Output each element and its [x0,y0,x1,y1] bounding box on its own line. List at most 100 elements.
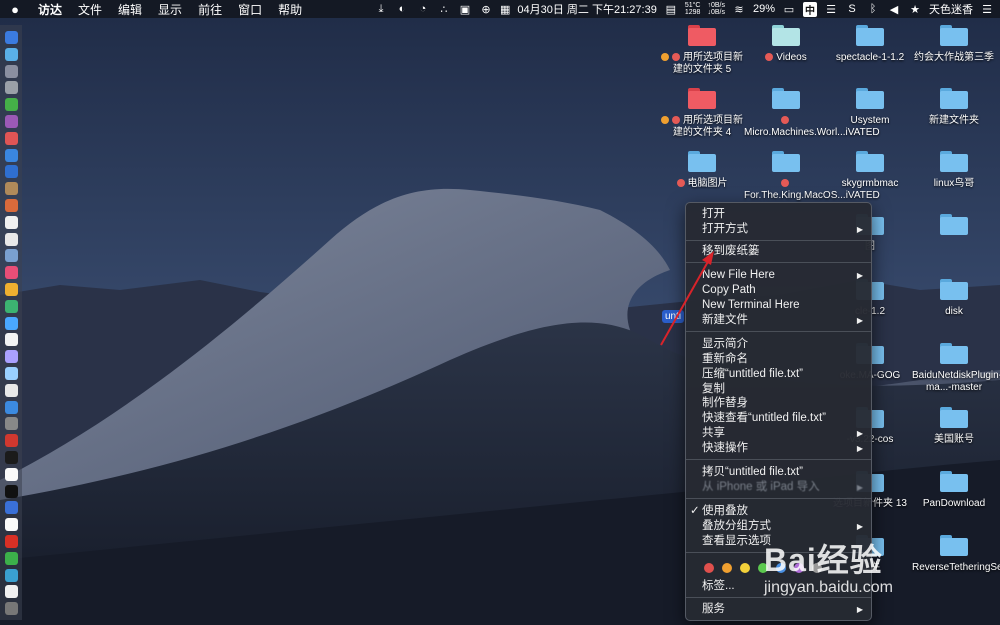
desktop-folder-icon[interactable]: spectacle-1-1.2 [828,25,912,64]
input-method[interactable]: 中 [803,1,817,17]
dock-app-icon[interactable] [5,215,18,229]
dock-app-icon[interactable] [5,434,18,448]
menu-item-new-document[interactable]: 新建文件 ▶ [686,313,871,328]
menu-item-move-to-trash[interactable]: 移到废纸篓 [686,244,871,259]
apple-menu-icon[interactable]: ● [0,2,30,17]
dock-app-icon[interactable] [5,232,18,246]
desktop-folder-icon[interactable]: BaiduNetdiskPlugin-ma...-master [912,343,1000,394]
dock-app-icon[interactable] [5,131,18,145]
dock-app-icon[interactable] [5,400,18,414]
dock-app-icon[interactable] [5,115,18,128]
control-center-icon[interactable]: ☰ [980,2,994,16]
menu-item-open-with[interactable]: 打开方式 ▶ [686,222,871,237]
menu-item-share[interactable]: 共享 ▶ [686,426,871,441]
desktop-folder-icon[interactable]: 约会大作战第三季 [912,25,996,64]
menu-item-group-stacks-by[interactable]: 叠放分组方式 ▶ [686,519,871,534]
globe-icon[interactable]: ⊕ [479,2,493,16]
star-icon[interactable]: ★ [908,2,922,16]
battery-percent[interactable]: 29% [753,3,775,15]
dock-app-icon[interactable] [5,266,18,280]
dock-app-icon[interactable] [5,467,18,481]
desktop-folder-icon[interactable]: Videos [744,25,828,64]
dock-app-icon[interactable] [5,148,18,162]
desktop-folder-icon[interactable]: Usystem [828,88,912,127]
volume-icon[interactable]: ◀ [887,2,901,16]
dock-app-icon[interactable] [5,585,18,599]
dock-app-icon[interactable] [5,165,18,179]
dock-app-icon[interactable] [5,367,18,380]
desktop-folder-icon[interactable]: For.The.King.MacOS...iVATED [744,151,880,202]
datetime[interactable]: 04月30日 周二 下午21:27:39 [517,1,656,17]
dock-app-icon[interactable] [5,64,18,78]
user-name[interactable]: 天色迷香 [929,1,973,17]
dock-app-icon[interactable] [5,98,18,112]
desktop-folder-icon[interactable]: 新建文件夹 [912,88,996,127]
menu-item-copy-item[interactable]: 拷贝“untitled file.txt” [686,465,871,480]
battery-icon[interactable]: ▭ [782,2,796,16]
dock-app-icon[interactable] [5,199,18,212]
dock-app-icon[interactable] [5,316,18,330]
dock-app-icon[interactable] [5,568,18,582]
tag-color-dot[interactable] [704,563,714,573]
menu-window[interactable]: 窗口 [230,1,270,18]
dock-app-icon[interactable] [5,333,18,347]
tag-color-dot[interactable] [722,563,732,573]
menu-item-import-from-iphone[interactable]: 从 iPhone 或 iPad 导入 ▶ [686,480,871,495]
download-icon[interactable]: ⤓ [374,2,388,16]
dock-app-icon[interactable] [5,518,18,532]
dock-app-icon[interactable] [5,47,18,61]
bluetooth-icon[interactable]: ᛒ [866,2,880,16]
desktop-folder-icon[interactable]: skygrmbmac [828,151,912,190]
menu-help[interactable]: 帮助 [270,1,310,18]
desktop-folder-icon[interactable]: PanDownload [912,471,996,510]
desktop-folder-icon[interactable]: 电脑图片 [660,151,744,190]
menu-finder[interactable]: 访达 [30,1,70,18]
net-speed[interactable]: ↑0B/s ↓0B/s [707,2,725,16]
menu-item-quick-look[interactable]: 快速查看“untitled file.txt” [686,411,871,426]
dock-app-icon[interactable] [5,81,18,95]
calendar-icon[interactable]: ▦ [500,3,510,16]
s-app-icon[interactable]: S [845,2,859,16]
menu-item-open[interactable]: 打开 [686,207,871,222]
dock-app-icon[interactable] [5,535,18,548]
dock-app-icon[interactable] [5,484,18,498]
menu-edit[interactable]: 编辑 [110,1,150,18]
dock-app-icon[interactable] [5,31,18,44]
menu-go[interactable]: 前往 [190,1,230,18]
menu-file[interactable]: 文件 [70,1,110,18]
menu-item-rename[interactable]: 重新命名 [686,352,871,367]
dock-app-icon[interactable] [5,602,18,616]
monitor-icon[interactable]: ▣ [458,2,472,16]
desktop-folder-icon[interactable]: 美国账号 [912,407,996,446]
menu-item-new-file-here[interactable]: New File Here ▶ [686,268,871,283]
share-dots-icon[interactable]: ∴ [437,2,451,16]
desktop-folder-icon[interactable]: disk [912,279,996,318]
grid-icon[interactable]: ▤ [664,2,678,16]
menu-item-make-alias[interactable]: 制作替身 [686,396,871,411]
menu-item-duplicate[interactable]: 复制 [686,382,871,397]
dock-app-icon[interactable] [5,283,18,296]
dock-app-icon[interactable] [5,417,18,431]
dock-app-icon[interactable] [5,551,18,565]
menu-item-use-stacks[interactable]: ✓ 使用叠放 [686,504,871,519]
cpu-temp[interactable]: 51°C 1298 [685,2,701,16]
menu-item-new-terminal-here[interactable]: New Terminal Here [686,298,871,313]
selected-file-label[interactable]: unti [662,310,685,323]
dock-app-icon[interactable] [5,299,18,313]
desktop-folder-icon[interactable]: 用所选项目新建的文件夹 5 [660,25,744,76]
menu-item-copy-path[interactable]: Copy Path [686,283,871,298]
menu-view[interactable]: 显示 [150,1,190,18]
qq-icon[interactable]: ◐ [395,2,409,16]
desktop-folder-icon[interactable]: 用所选项目新建的文件夹 4 [660,88,744,139]
dock-app-icon[interactable] [5,350,18,364]
menu-item-compress[interactable]: 压缩“untitled file.txt” [686,367,871,382]
dock-app-icon[interactable] [5,182,18,196]
dock-app-icon[interactable] [5,501,18,515]
desktop-folder-icon[interactable]: linux鸟哥 [912,151,996,190]
desktop-folder-icon[interactable]: Micro.Machines.Worl...iVATED [744,88,880,139]
dock-app-icon[interactable] [5,383,18,397]
desktop-folder-icon[interactable] [912,214,996,241]
dock-app-icon[interactable] [5,249,18,263]
menu-item-get-info[interactable]: 显示简介 [686,337,871,352]
clock-icon[interactable]: ◔ [416,2,430,16]
